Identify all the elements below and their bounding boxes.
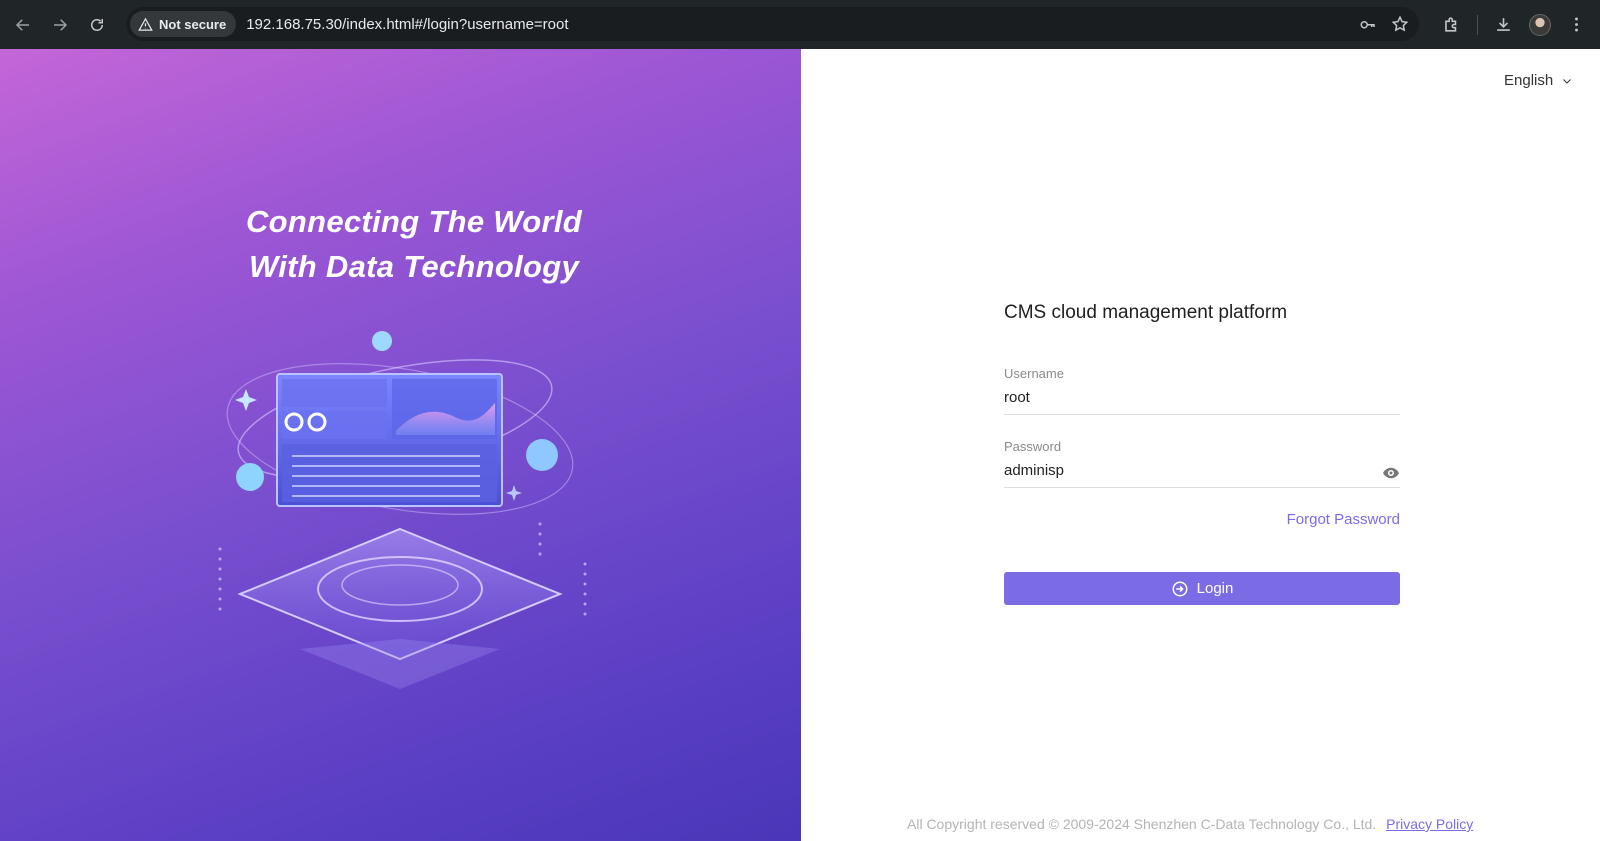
dashboard-illustration bbox=[218, 331, 587, 689]
privacy-policy-link[interactable]: Privacy Policy bbox=[1386, 816, 1473, 832]
warning-icon bbox=[138, 17, 153, 31]
reload-button[interactable] bbox=[78, 6, 115, 43]
platform-title: CMS cloud management platform bbox=[1004, 302, 1288, 323]
forward-button[interactable] bbox=[41, 6, 78, 43]
username-input[interactable] bbox=[1004, 389, 1400, 415]
password-label: Password bbox=[1004, 439, 1062, 454]
security-chip[interactable]: Not secure bbox=[130, 11, 237, 37]
browser-toolbar: Not secure 192.168.75.30/index.html#/log… bbox=[0, 0, 1600, 49]
chevron-down-icon bbox=[1563, 78, 1572, 84]
back-button[interactable] bbox=[4, 6, 41, 43]
login-button-label: Login bbox=[1196, 580, 1234, 597]
username-label: Username bbox=[1004, 366, 1064, 381]
footer: All Copyright reserved © 2009-2024 Shenz… bbox=[907, 816, 1473, 832]
arrow-right-icon bbox=[53, 18, 67, 31]
key-icon[interactable] bbox=[1359, 15, 1377, 33]
copyright-text: All Copyright reserved © 2009-2024 Shenz… bbox=[907, 816, 1377, 832]
reload-icon bbox=[90, 18, 103, 31]
security-label: Not secure bbox=[159, 16, 227, 32]
username-field: Username bbox=[1004, 366, 1400, 415]
eye-icon[interactable] bbox=[1382, 464, 1400, 482]
profile-avatar[interactable] bbox=[1529, 13, 1551, 36]
url-text[interactable]: 192.168.75.30/index.html#/login?username… bbox=[246, 16, 568, 33]
password-field: Password bbox=[1004, 439, 1400, 488]
password-input[interactable] bbox=[1004, 462, 1400, 488]
language-label: English bbox=[1504, 72, 1554, 89]
extensions-icon[interactable] bbox=[1442, 15, 1461, 34]
star-icon[interactable] bbox=[1391, 15, 1409, 33]
address-bar[interactable]: Not secure 192.168.75.30/index.html#/log… bbox=[126, 7, 1419, 41]
hero-title: Connecting The World With Data Technolog… bbox=[0, 199, 801, 289]
kebab-menu-icon[interactable] bbox=[1567, 15, 1586, 34]
login-button[interactable]: Login bbox=[1004, 572, 1400, 605]
download-icon[interactable] bbox=[1494, 15, 1513, 34]
login-icon bbox=[1172, 581, 1188, 596]
arrow-left-icon bbox=[15, 18, 29, 31]
hero-panel: Connecting The World With Data Technolog… bbox=[0, 49, 801, 841]
hero-title-line-1: Connecting The World bbox=[245, 204, 583, 239]
language-selector[interactable]: English bbox=[1504, 72, 1573, 89]
toolbar-divider bbox=[1477, 14, 1478, 35]
forgot-password-link[interactable]: Forgot Password bbox=[1287, 511, 1400, 528]
hero-title-line-2: With Data Technology bbox=[248, 249, 580, 284]
